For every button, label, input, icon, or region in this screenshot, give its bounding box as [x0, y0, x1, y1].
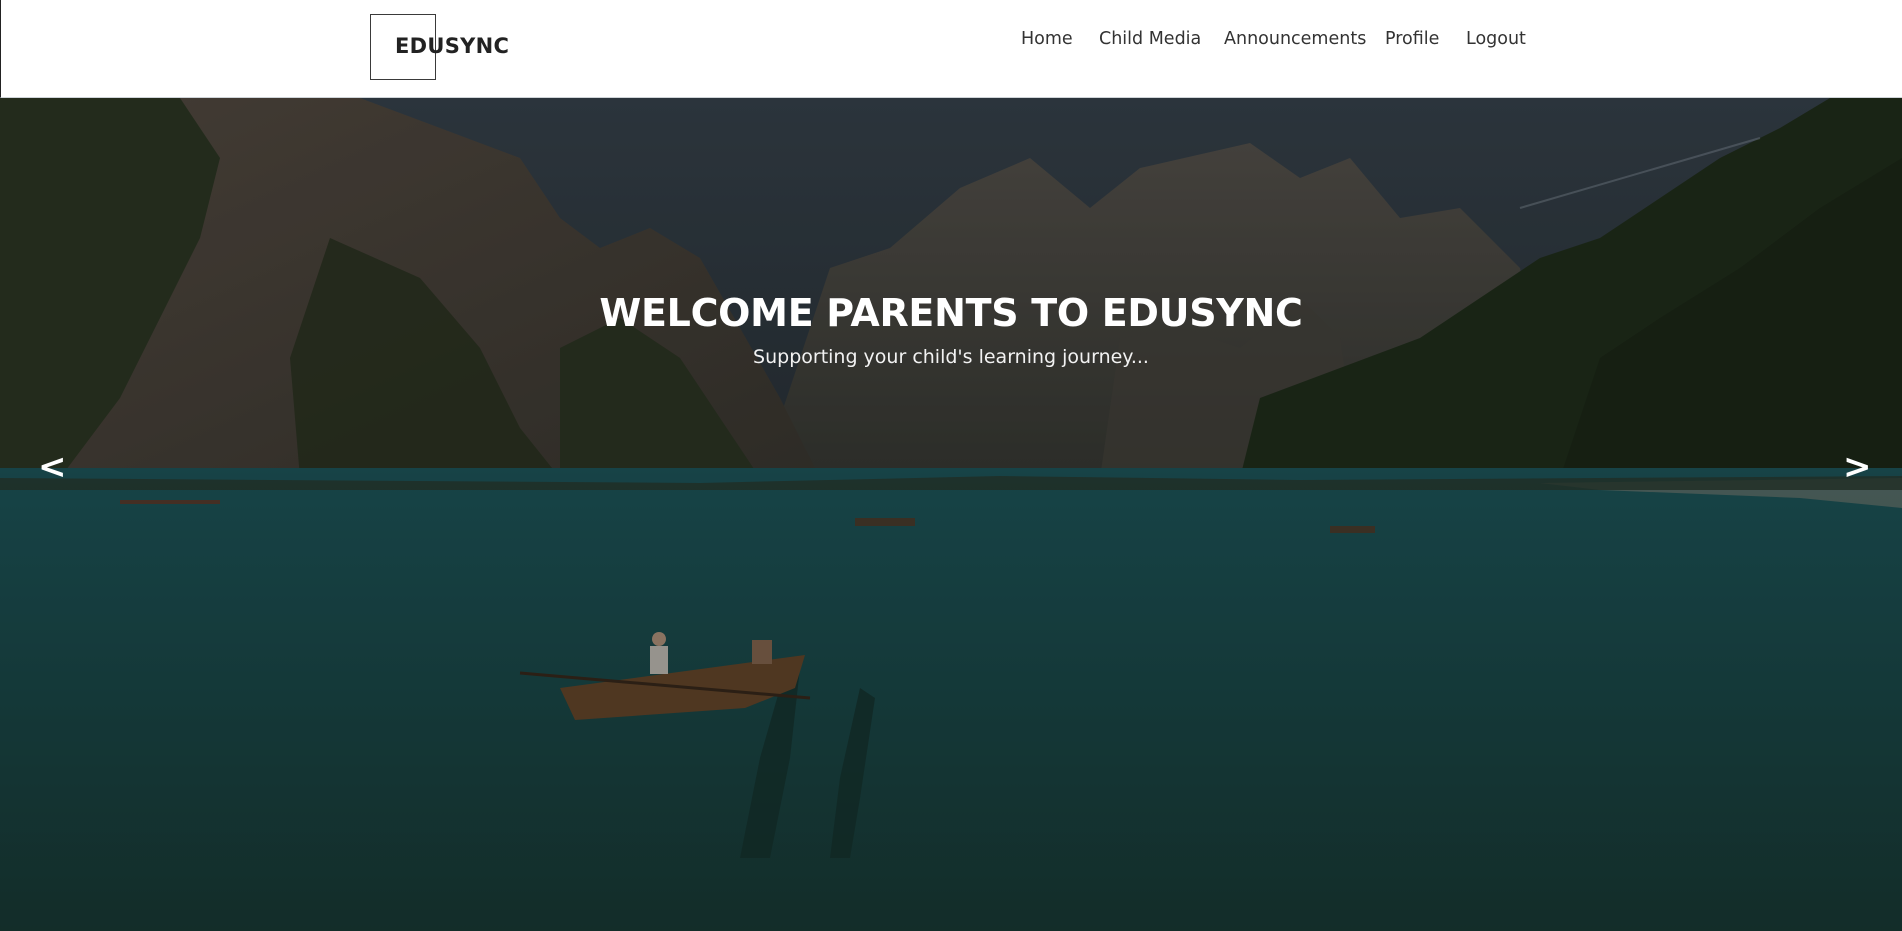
top-navbar: EDUSYNC Home Child Media Announcements P…: [0, 0, 1902, 98]
nav-child-media[interactable]: Child Media: [1099, 29, 1201, 49]
hero-subtitle: Supporting your child's learning journey…: [753, 346, 1149, 368]
nav-home[interactable]: Home: [1021, 29, 1073, 49]
hero-title: WELCOME PARENTS TO EDUSYNC: [599, 291, 1303, 335]
main-nav: Home Child Media Announcements Profile L…: [1, 29, 1902, 53]
hero-carousel: WELCOME PARENTS TO EDUSYNC Supporting yo…: [0, 98, 1902, 931]
carousel-prev-button[interactable]: <: [38, 450, 67, 484]
nav-announcements[interactable]: Announcements: [1224, 29, 1366, 49]
carousel-next-button[interactable]: >: [1843, 450, 1872, 484]
hero-background-image: [0, 98, 1902, 931]
nav-profile[interactable]: Profile: [1385, 29, 1439, 49]
nav-logout[interactable]: Logout: [1466, 29, 1526, 49]
